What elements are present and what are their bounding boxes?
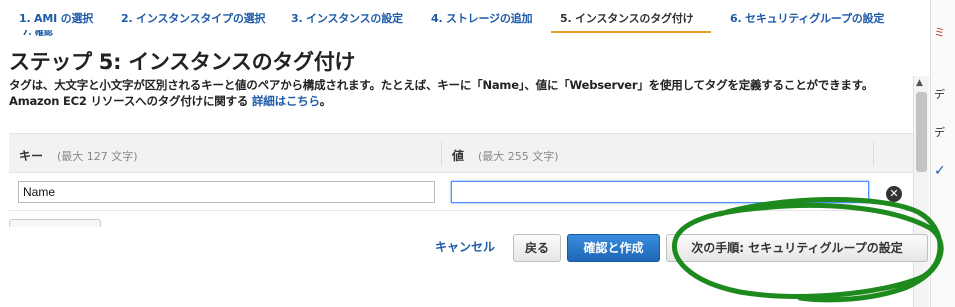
step-tab-security-group[interactable]: 6. セキュリティグループの設定 [730, 10, 884, 26]
add-tag-button[interactable] [9, 219, 101, 227]
step-tab-tag-instance[interactable]: 5. インスタンスのタグ付け [560, 10, 694, 26]
tags-table-header: キー (最大 127 文字) 値 (最大 255 文字) [9, 133, 913, 173]
value-column-header: 値 (最大 255 文字) [452, 147, 559, 164]
back-button[interactable]: 戻る [513, 234, 561, 262]
value-header-label: 値 [452, 149, 465, 163]
edge-check-icon: ✓ [934, 163, 946, 179]
edge-text: デ [934, 88, 945, 101]
page-title: ステップ 5: インスタンスのタグ付け [9, 50, 356, 74]
key-column-header: キー (最大 127 文字) [19, 147, 138, 164]
review-and-launch-button[interactable]: 確認と作成 [567, 234, 660, 262]
key-header-hint: (最大 127 文字) [57, 150, 138, 163]
step-tab-instance-type[interactable]: 2. インスタンスタイプの選択 [121, 10, 265, 26]
column-separator [873, 142, 874, 166]
scrollbar[interactable]: ▲ [913, 76, 929, 307]
active-step-underline [551, 31, 711, 33]
adjacent-panel-edge [930, 0, 955, 307]
next-configure-security-group-button[interactable]: 次の手順: セキュリティグループの設定 [666, 234, 928, 262]
remove-tag-icon[interactable]: ✕ [886, 186, 902, 202]
column-separator [441, 142, 442, 166]
step-tab-add-storage[interactable]: 4. ストレージの追加 [431, 10, 532, 26]
value-header-hint: (最大 255 文字) [478, 150, 559, 163]
learn-more-link[interactable]: 詳細はこちら [252, 94, 320, 108]
step-tab-review-cutoff[interactable]: 7. 確認 [22, 30, 53, 36]
cancel-button[interactable]: キャンセル [428, 234, 502, 262]
wizard-steps: 1. AMI の選択 2. インスタンスタイプの選択 3. インスタンスの設定 … [0, 0, 930, 36]
description-end: 。 [319, 94, 332, 108]
tag-value-input[interactable] [451, 181, 869, 203]
scrollbar-thumb[interactable] [916, 92, 927, 172]
step-tab-ami[interactable]: 1. AMI の選択 [19, 10, 93, 26]
edge-text: デ [934, 126, 945, 139]
edge-text: ミ [934, 26, 945, 39]
step-tab-configure-instance[interactable]: 3. インスタンスの設定 [291, 10, 403, 26]
tag-key-input[interactable] [18, 181, 435, 203]
description-text: タグは、大文字と小文字が区別されるキーと値のペアから構成されます。たとえば、キー… [9, 78, 874, 108]
page-description: タグは、大文字と小文字が区別されるキーと値のペアから構成されます。たとえば、キー… [9, 77, 909, 109]
scroll-up-arrow-icon[interactable]: ▲ [916, 78, 923, 88]
key-header-label: キー [19, 149, 44, 163]
table-row: ✕ [9, 173, 913, 211]
